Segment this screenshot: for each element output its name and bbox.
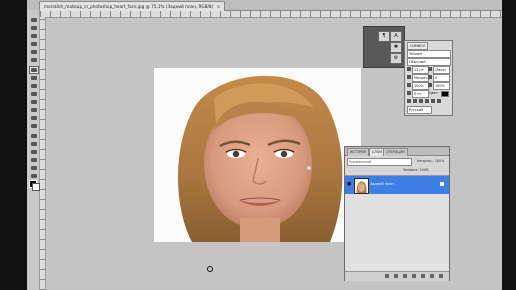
video-letterbox-right xyxy=(502,0,516,290)
font-family-select[interactable]: Tahoma xyxy=(407,50,451,58)
paragraph-panel-icon[interactable]: ¶ xyxy=(378,31,390,42)
photoshop-window: morskikh_makeup_in_photoshop_heart_face.… xyxy=(27,0,502,290)
background-color-swatch[interactable] xyxy=(32,183,40,191)
vertical-scale-icon xyxy=(407,83,411,87)
shape-icon[interactable] xyxy=(29,156,39,164)
baseline-shift-icon xyxy=(407,91,411,95)
spot-heal-icon[interactable] xyxy=(29,66,39,74)
color-label: Цвет: xyxy=(429,91,439,95)
marquee-icon[interactable] xyxy=(29,24,39,32)
adjustment-layer-icon[interactable] xyxy=(412,274,416,278)
portrait-illustration xyxy=(154,68,361,242)
zoom-icon[interactable] xyxy=(29,172,39,180)
quick-select-icon[interactable] xyxy=(29,40,39,48)
document-tab-bar: morskikh_makeup_in_photoshop_heart_face.… xyxy=(27,0,502,11)
layer-row-background[interactable]: ● Задний план xyxy=(345,176,449,194)
text-color-swatch[interactable] xyxy=(441,91,449,97)
trash-icon[interactable] xyxy=(439,274,443,278)
crop-icon[interactable] xyxy=(29,48,39,56)
portrait-photo[interactable] xyxy=(154,68,361,242)
type-icon[interactable] xyxy=(29,140,39,148)
opacity-control[interactable]: Непрозр.: 100% xyxy=(417,158,444,164)
blend-mode-select[interactable]: Нормальный xyxy=(347,158,412,166)
gradient-icon[interactable] xyxy=(29,106,39,114)
history-brush-icon[interactable] xyxy=(29,90,39,98)
settings-panel-icon[interactable]: ⚙ xyxy=(390,53,402,64)
eyedropper-icon[interactable] xyxy=(29,56,39,64)
tab-history[interactable]: ИСТОРИЯ xyxy=(347,148,370,156)
eraser-icon[interactable] xyxy=(29,98,39,106)
small-caps-icon[interactable] xyxy=(425,99,429,103)
leading-icon xyxy=(428,67,432,71)
faux-bold-icon[interactable] xyxy=(407,99,411,103)
fill-control[interactable]: Заливка: 100% xyxy=(403,167,429,173)
kerning-icon xyxy=(407,75,411,79)
document-tab-title: morskikh_makeup_in_photoshop_heart_face.… xyxy=(44,4,214,9)
brush-cursor-icon xyxy=(207,266,213,272)
tools-panel xyxy=(27,10,40,290)
move-icon[interactable] xyxy=(29,16,39,24)
kerning-field[interactable]: Метрич. xyxy=(412,74,429,82)
lock-controls: Заливка: 100% xyxy=(347,167,447,182)
all-caps-icon[interactable] xyxy=(419,99,423,103)
vertical-scale-field[interactable]: 100% xyxy=(412,82,429,90)
link-layers-icon[interactable] xyxy=(385,274,389,278)
new-group-icon[interactable] xyxy=(421,274,425,278)
layers-panel: ИСТОРИЯ СЛОИ ОПЕРАЦИИ Нормальный Непрозр… xyxy=(344,146,450,281)
hand-icon[interactable] xyxy=(29,164,39,172)
pen-icon[interactable] xyxy=(29,132,39,140)
new-layer-icon[interactable] xyxy=(430,274,434,278)
layer-name: Задний план xyxy=(370,182,394,186)
layer-thumbnail xyxy=(354,178,369,194)
character-panel: СИМВОЛ Tahoma Обычный 12 пт (Авто) Метри… xyxy=(404,40,453,116)
layer-mask-icon[interactable] xyxy=(403,274,407,278)
lasso-icon[interactable] xyxy=(29,32,39,40)
character-panel-icon[interactable]: A xyxy=(390,31,402,42)
baseline-shift-field[interactable]: 0 пт xyxy=(412,90,429,98)
font-size-field[interactable]: 12 пт xyxy=(412,66,429,74)
layer-thumbnail-image xyxy=(355,180,368,193)
layer-style-icon[interactable] xyxy=(394,274,398,278)
document-tab[interactable]: morskikh_makeup_in_photoshop_heart_face.… xyxy=(39,1,226,11)
dodge-icon[interactable] xyxy=(29,122,39,130)
horizontal-ruler xyxy=(40,11,502,18)
blur-icon[interactable] xyxy=(29,114,39,122)
leading-field[interactable]: (Авто) xyxy=(433,66,450,74)
underline-icon[interactable] xyxy=(437,99,441,103)
font-size-icon xyxy=(407,67,411,71)
video-letterbox-left xyxy=(0,0,27,290)
path-select-icon[interactable] xyxy=(29,148,39,156)
lock-icon xyxy=(440,182,444,186)
faux-italic-icon[interactable] xyxy=(413,99,417,103)
visibility-eye-icon[interactable]: ● xyxy=(347,182,352,187)
tab-actions[interactable]: ОПЕРАЦИИ xyxy=(383,148,408,156)
tracking-field[interactable]: 0 xyxy=(433,74,450,82)
brush-panel-icon[interactable]: ✱ xyxy=(390,42,402,53)
character-tab[interactable]: СИМВОЛ xyxy=(407,42,429,50)
layers-panel-footer xyxy=(345,271,449,281)
language-select[interactable]: Русский xyxy=(407,106,432,114)
layers-panel-tabs: ИСТОРИЯ СЛОИ ОПЕРАЦИИ xyxy=(345,147,449,156)
brush-icon[interactable] xyxy=(29,74,39,82)
superscript-icon[interactable] xyxy=(431,99,435,103)
horizontal-scale-field[interactable]: 100% xyxy=(433,82,450,90)
horizontal-scale-icon xyxy=(428,83,432,87)
tracking-icon xyxy=(428,75,432,79)
clone-stamp-icon[interactable] xyxy=(29,82,39,90)
text-style-buttons xyxy=(407,99,450,104)
collapsed-panels-dock: ¶ A ✱ ⚙ xyxy=(363,26,405,68)
layers-list: ● Задний план xyxy=(345,175,449,271)
font-style-select[interactable]: Обычный xyxy=(407,58,451,66)
